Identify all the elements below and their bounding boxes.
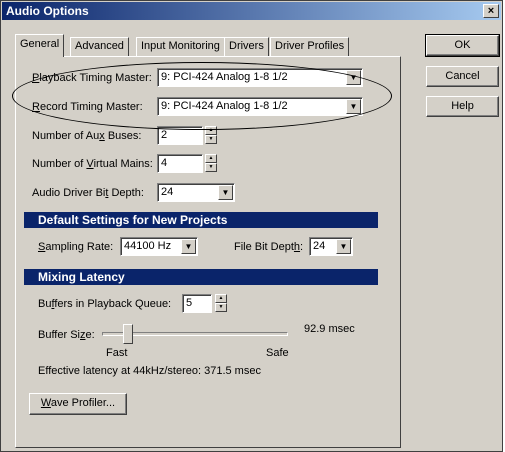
dropdown-arrow-icon[interactable]: ▼ bbox=[218, 185, 233, 200]
driver-bit-depth-select[interactable]: 24 ▼ bbox=[157, 183, 235, 202]
sampling-rate-label: Sampling Rate: bbox=[38, 241, 114, 253]
aux-buses-input[interactable]: 2 bbox=[157, 126, 203, 145]
virtual-mains-label: Number of Virtual Mains: bbox=[32, 158, 153, 170]
help-button[interactable]: Help bbox=[426, 96, 499, 117]
file-bit-depth-label: File Bit Depth: bbox=[234, 241, 304, 253]
record-timing-master-label: Record Timing Master: bbox=[32, 101, 143, 113]
buffer-size-slider-thumb[interactable] bbox=[123, 324, 134, 344]
wave-profiler-button[interactable]: Wave Profiler... bbox=[29, 393, 127, 415]
spin-up-icon[interactable]: ▲ bbox=[205, 126, 217, 135]
record-timing-master-select[interactable]: 9: PCI-424 Analog 1-8 1/2 ▼ bbox=[157, 97, 363, 116]
buffer-size-readout: 92.9 msec bbox=[304, 323, 355, 335]
file-bit-depth-select[interactable]: 24 ▼ bbox=[309, 237, 353, 256]
tab-input-monitoring[interactable]: Input Monitoring bbox=[136, 37, 225, 56]
buffer-size-label: Buffer Size: bbox=[38, 329, 95, 341]
virtual-mains-input[interactable]: 4 bbox=[157, 154, 203, 173]
tab-advanced[interactable]: Advanced bbox=[70, 37, 129, 56]
aux-buses-spinner[interactable]: ▲ ▼ bbox=[205, 126, 217, 145]
slider-fast-label: Fast bbox=[106, 347, 128, 359]
sampling-rate-select[interactable]: 44100 Hz ▼ bbox=[120, 237, 198, 256]
playback-timing-master-value: 9: PCI-424 Analog 1-8 1/2 bbox=[161, 71, 288, 83]
window-title: Audio Options bbox=[6, 4, 89, 18]
spin-down-icon[interactable]: ▼ bbox=[215, 303, 227, 312]
dropdown-arrow-icon[interactable]: ▼ bbox=[346, 70, 361, 85]
cancel-button[interactable]: Cancel bbox=[426, 66, 499, 87]
default-settings-header: Default Settings for New Projects bbox=[24, 212, 378, 228]
buffers-in-queue-label: Buffers in Playback Queue: bbox=[38, 298, 172, 310]
tab-general[interactable]: General bbox=[15, 34, 65, 57]
spin-down-icon[interactable]: ▼ bbox=[205, 163, 217, 172]
close-button[interactable]: × bbox=[483, 4, 499, 18]
effective-latency-text: Effective latency at 44kHz/stereo: 371.5… bbox=[38, 365, 261, 377]
spin-up-icon[interactable]: ▲ bbox=[215, 294, 227, 303]
spin-down-icon[interactable]: ▼ bbox=[205, 135, 217, 144]
dropdown-arrow-icon[interactable]: ▼ bbox=[346, 99, 361, 114]
playback-timing-master-label: Playback Timing Master: bbox=[32, 72, 152, 84]
audio-options-dialog: Audio Options × General Advanced Input M… bbox=[0, 0, 503, 452]
buffers-in-queue-spinner[interactable]: ▲ ▼ bbox=[215, 294, 227, 313]
playback-timing-master-select[interactable]: 9: PCI-424 Analog 1-8 1/2 ▼ bbox=[157, 68, 363, 87]
slider-safe-label: Safe bbox=[266, 347, 289, 359]
tab-driver-profiles[interactable]: Driver Profiles bbox=[270, 37, 350, 56]
ok-button[interactable]: OK bbox=[425, 34, 500, 57]
dropdown-arrow-icon[interactable]: ▼ bbox=[336, 239, 351, 254]
tab-drivers[interactable]: Drivers bbox=[224, 37, 269, 56]
mixing-latency-header: Mixing Latency bbox=[24, 269, 378, 285]
buffers-in-queue-input[interactable]: 5 bbox=[182, 294, 212, 313]
general-panel: Playback Timing Master: 9: PCI-424 Analo… bbox=[15, 56, 401, 448]
record-timing-master-value: 9: PCI-424 Analog 1-8 1/2 bbox=[161, 100, 288, 112]
aux-buses-label: Number of Aux Buses: bbox=[32, 130, 142, 142]
virtual-mains-spinner[interactable]: ▲ ▼ bbox=[205, 154, 217, 173]
driver-bit-depth-label: Audio Driver Bit Depth: bbox=[32, 187, 144, 199]
spin-up-icon[interactable]: ▲ bbox=[205, 154, 217, 163]
dropdown-arrow-icon[interactable]: ▼ bbox=[181, 239, 196, 254]
title-bar: Audio Options × bbox=[2, 2, 501, 20]
